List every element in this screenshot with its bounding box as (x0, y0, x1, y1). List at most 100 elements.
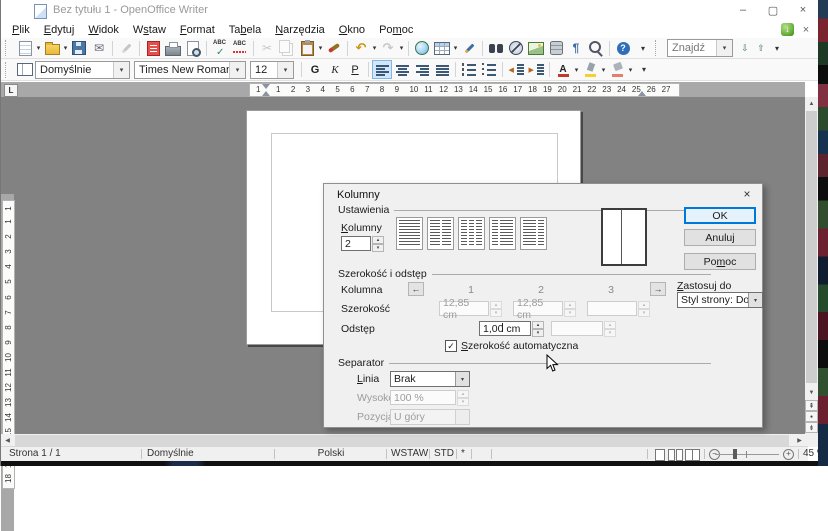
ok-button[interactable]: OK (684, 207, 756, 224)
navigator-icon[interactable] (506, 39, 526, 58)
autospellcheck-icon[interactable] (230, 39, 250, 58)
combo-arrow-icon[interactable]: ▾ (229, 62, 245, 78)
italic-icon[interactable]: K (325, 60, 345, 79)
scroll-up-icon[interactable]: ▲ (805, 97, 818, 110)
bullet-list-icon[interactable] (479, 60, 499, 79)
auto-width-checkbox[interactable]: ✓ Szerokość automatyczna (445, 340, 578, 352)
spin-down-icon[interactable]: ▾ (532, 329, 544, 337)
font-name-combo[interactable]: Times New Roman ▾ (134, 61, 246, 79)
scroll-columns-right-icon[interactable]: → (650, 282, 666, 296)
draw-functions-icon[interactable] (459, 39, 479, 58)
menu-item-tabela[interactable]: Tabela (222, 23, 268, 37)
close-icon[interactable]: × (788, 0, 818, 20)
save-icon[interactable] (69, 39, 89, 58)
preset-two-columns[interactable] (427, 217, 454, 250)
help-icon[interactable]: ? (613, 39, 633, 58)
gallery-icon[interactable] (526, 39, 546, 58)
increase-indent-icon[interactable] (526, 60, 546, 79)
preset-three-columns[interactable] (458, 217, 485, 250)
numbered-list-icon[interactable] (459, 60, 479, 79)
bold-icon[interactable]: G (305, 60, 325, 79)
zoom-slider-track[interactable] (715, 454, 779, 455)
find-toolbar-grip[interactable] (655, 40, 661, 56)
dropdown-arrow-icon[interactable]: ▾ (627, 66, 634, 74)
page-preview-icon[interactable] (183, 39, 203, 58)
apply-to-select[interactable]: Styl strony: Don ▾ (677, 292, 763, 308)
find-input[interactable]: Znajdź ▾ (667, 39, 733, 57)
indent-marker-icon[interactable] (262, 87, 270, 96)
find-previous-icon[interactable]: ⇧ (753, 40, 769, 57)
selection-mode-status[interactable]: STD (434, 448, 454, 459)
zoom-slider-thumb[interactable] (733, 449, 737, 459)
dropdown-arrow-icon[interactable]: ▾ (600, 66, 607, 74)
maximize-icon[interactable]: ▢ (758, 0, 788, 20)
dropdown-arrow-icon[interactable]: ▾ (62, 44, 69, 52)
combo-arrow-icon[interactable]: ▾ (748, 293, 762, 307)
print-icon[interactable] (163, 39, 183, 58)
decrease-indent-icon[interactable] (506, 60, 526, 79)
zoom-icon[interactable] (586, 39, 606, 58)
underline-icon[interactable]: P (345, 60, 365, 79)
line-select[interactable]: Brak ▾ (390, 371, 470, 387)
spacing-field-1[interactable]: 1,00 cm ▴ ▾ (479, 321, 544, 336)
single-page-view-icon[interactable] (655, 449, 665, 461)
find-next-icon[interactable]: ⇩ (737, 40, 753, 57)
previous-page-icon[interactable]: ⇞ (805, 400, 818, 411)
menu-item-okno[interactable]: Okno (332, 23, 372, 37)
align-center-icon[interactable] (392, 60, 412, 79)
vertical-scrollbar[interactable]: ▲ ▼ ⇞ ● ⇟ (805, 97, 818, 434)
menu-item-plik[interactable]: Plik (5, 23, 37, 37)
justify-icon[interactable] (432, 60, 452, 79)
language-status[interactable]: Polski (281, 448, 381, 459)
combo-arrow-icon[interactable]: ▾ (277, 62, 293, 78)
hyperlink-icon[interactable] (412, 39, 432, 58)
font-color-icon[interactable]: A (553, 60, 573, 79)
align-right-icon[interactable] (412, 60, 432, 79)
dropdown-arrow-icon[interactable]: ▾ (317, 44, 324, 52)
toolbar-overflow-icon[interactable]: ▾ (633, 39, 653, 58)
preset-left-narrow[interactable] (489, 217, 516, 250)
dropdown-arrow-icon[interactable]: ▾ (398, 44, 405, 52)
open-icon[interactable] (42, 39, 62, 58)
dropdown-arrow-icon[interactable]: ▾ (573, 66, 580, 74)
page-count-status[interactable]: Strona 1 / 1 (9, 448, 61, 459)
page-style-status[interactable]: Domyślnie (147, 448, 194, 459)
toolbar-grip[interactable] (5, 40, 11, 56)
zoom-in-icon[interactable]: + (783, 449, 794, 460)
spellcheck-icon[interactable] (210, 39, 230, 58)
find-overflow-icon[interactable]: ▾ (769, 40, 785, 57)
menu-item-format[interactable]: Format (173, 23, 222, 37)
nonprinting-characters-icon[interactable]: ¶ (566, 39, 586, 58)
menu-item-wstaw[interactable]: Wstaw (126, 23, 173, 37)
tab-stop-selector[interactable]: L (4, 84, 18, 97)
table-icon[interactable] (432, 39, 452, 58)
combo-arrow-icon[interactable]: ▾ (113, 62, 129, 78)
horizontal-ruler[interactable]: L 1 123456789101112131415161718192021222… (1, 82, 805, 98)
paragraph-style-combo[interactable]: Domyślnie ▾ (35, 61, 130, 79)
background-color-icon[interactable] (607, 60, 627, 79)
vertical-scroll-thumb[interactable] (806, 111, 817, 383)
next-page-icon[interactable]: ⇟ (805, 422, 818, 433)
horizontal-scroll-thumb[interactable] (15, 435, 789, 446)
minimize-icon[interactable]: – (728, 0, 758, 20)
dialog-close-icon[interactable]: × (740, 187, 754, 201)
dropdown-arrow-icon[interactable]: ▾ (371, 44, 378, 52)
align-left-icon[interactable] (372, 60, 392, 79)
spin-up-icon[interactable]: ▴ (532, 321, 544, 329)
undo-icon[interactable]: ↶ (351, 39, 371, 58)
book-view-icon[interactable] (685, 449, 700, 461)
combo-arrow-icon[interactable]: ▾ (716, 40, 732, 56)
preset-right-narrow[interactable] (520, 217, 547, 250)
font-size-combo[interactable]: 12 ▾ (250, 61, 294, 79)
dropdown-arrow-icon[interactable]: ▾ (452, 44, 459, 52)
scroll-columns-left-icon[interactable]: ← (408, 282, 424, 296)
dropdown-arrow-icon[interactable]: ▾ (35, 44, 42, 52)
checkbox-check-icon[interactable]: ✓ (445, 340, 457, 352)
cancel-button[interactable]: Anuluj (684, 229, 756, 246)
navigation-icon[interactable]: ● (805, 411, 818, 422)
paste-icon[interactable] (297, 39, 317, 58)
close-document-icon[interactable]: × (799, 23, 813, 37)
menu-item-edytuj[interactable]: Edytuj (37, 23, 82, 37)
combo-arrow-icon[interactable]: ▾ (455, 372, 469, 386)
menu-item-pomoc[interactable]: Pomoc (372, 23, 420, 37)
